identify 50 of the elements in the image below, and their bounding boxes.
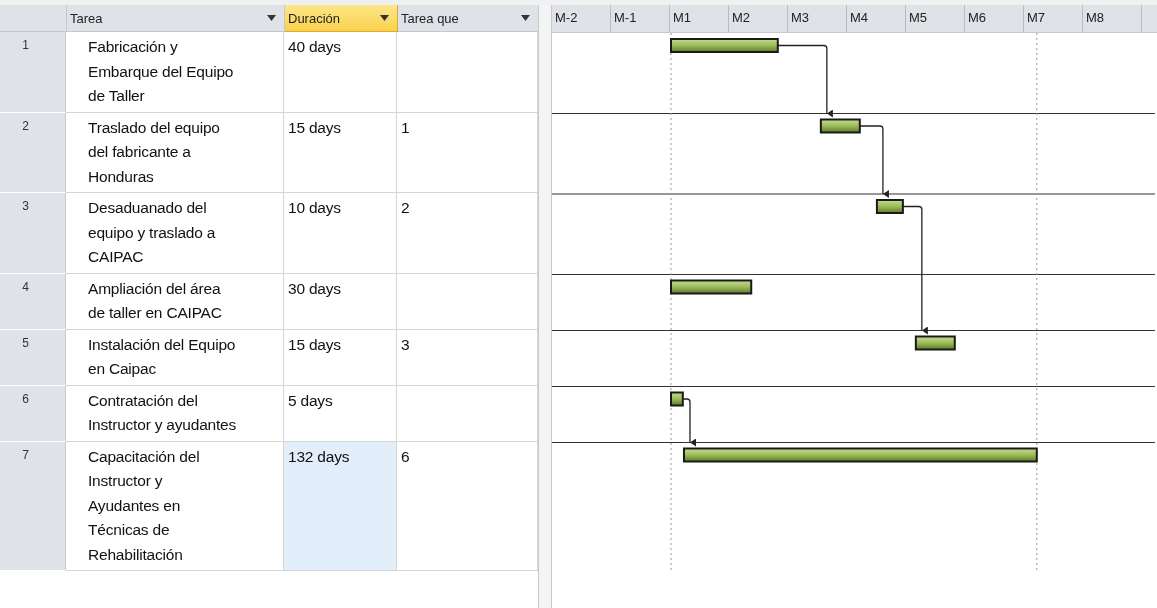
predecessor-cell: 2 [397,193,538,274]
month-label: M3 [788,5,847,32]
month-label: M1 [670,5,729,32]
row-number: 3 [0,193,66,274]
month-label: M5 [906,5,965,32]
predecessor-cell: 1 [397,112,538,193]
task-name-cell: Contratación del Instructor y ayudantes [66,385,284,442]
row-number: 7 [0,441,66,571]
month-label: M-1 [611,5,670,32]
duration-cell: 10 days [284,193,397,274]
duration-cell: 132 days [284,441,397,571]
predecessor-cell: 6 [397,441,538,571]
month-label: M4 [847,5,906,32]
task-name-cell: Capacitación del Instructor y Ayudantes en Técnicas de Rehabilitación [66,441,284,571]
month-label: M2 [729,5,788,32]
duration-cell: 15 days [284,329,397,386]
dropdown-caret-icon[interactable] [380,15,389,21]
task-bar[interactable] [875,199,904,214]
row-number: 2 [0,112,66,193]
dependency-arrow [682,398,696,447]
task-bar[interactable] [670,391,684,407]
task-name-cell: Instalación del Equipo en Caipac [66,329,284,386]
row-number: 5 [0,329,66,386]
column-header[interactable]: Tarea [67,5,285,32]
row-number: 4 [0,273,66,330]
row-number: 6 [0,385,66,442]
dropdown-caret-icon[interactable] [267,15,276,21]
row-number: 1 [0,32,66,113]
task-bar[interactable] [670,38,779,53]
task-bar[interactable] [914,335,956,351]
task-bar[interactable] [819,118,861,134]
corner-header [0,5,67,32]
task-name-cell: Traslado del equipo del fabricante a Honduras [66,112,284,193]
task-bar[interactable] [670,279,753,295]
column-header[interactable]: Duración [285,5,398,32]
predecessor-cell: 3 [397,329,538,386]
month-label: M6 [965,5,1024,32]
task-bar[interactable] [683,447,1038,463]
month-label: M-2 [552,5,611,32]
column-header[interactable]: Tarea que [398,5,539,32]
month-label: M7 [1024,5,1083,32]
duration-cell: 5 days [284,385,397,442]
duration-cell: 15 days [284,112,397,193]
task-name-cell: Ampliación del área de taller en CAIPAC [66,273,284,330]
task-name-cell: Fabricación y Embarque del Equipo de Taller [66,32,284,113]
month-label: M8 [1083,5,1142,32]
duration-cell: 30 days [284,273,397,330]
task-name-cell: Desaduanado del equipo y traslado a CAIPAC [66,193,284,274]
dropdown-caret-icon[interactable] [521,15,530,21]
duration-cell: 40 days [284,32,397,113]
